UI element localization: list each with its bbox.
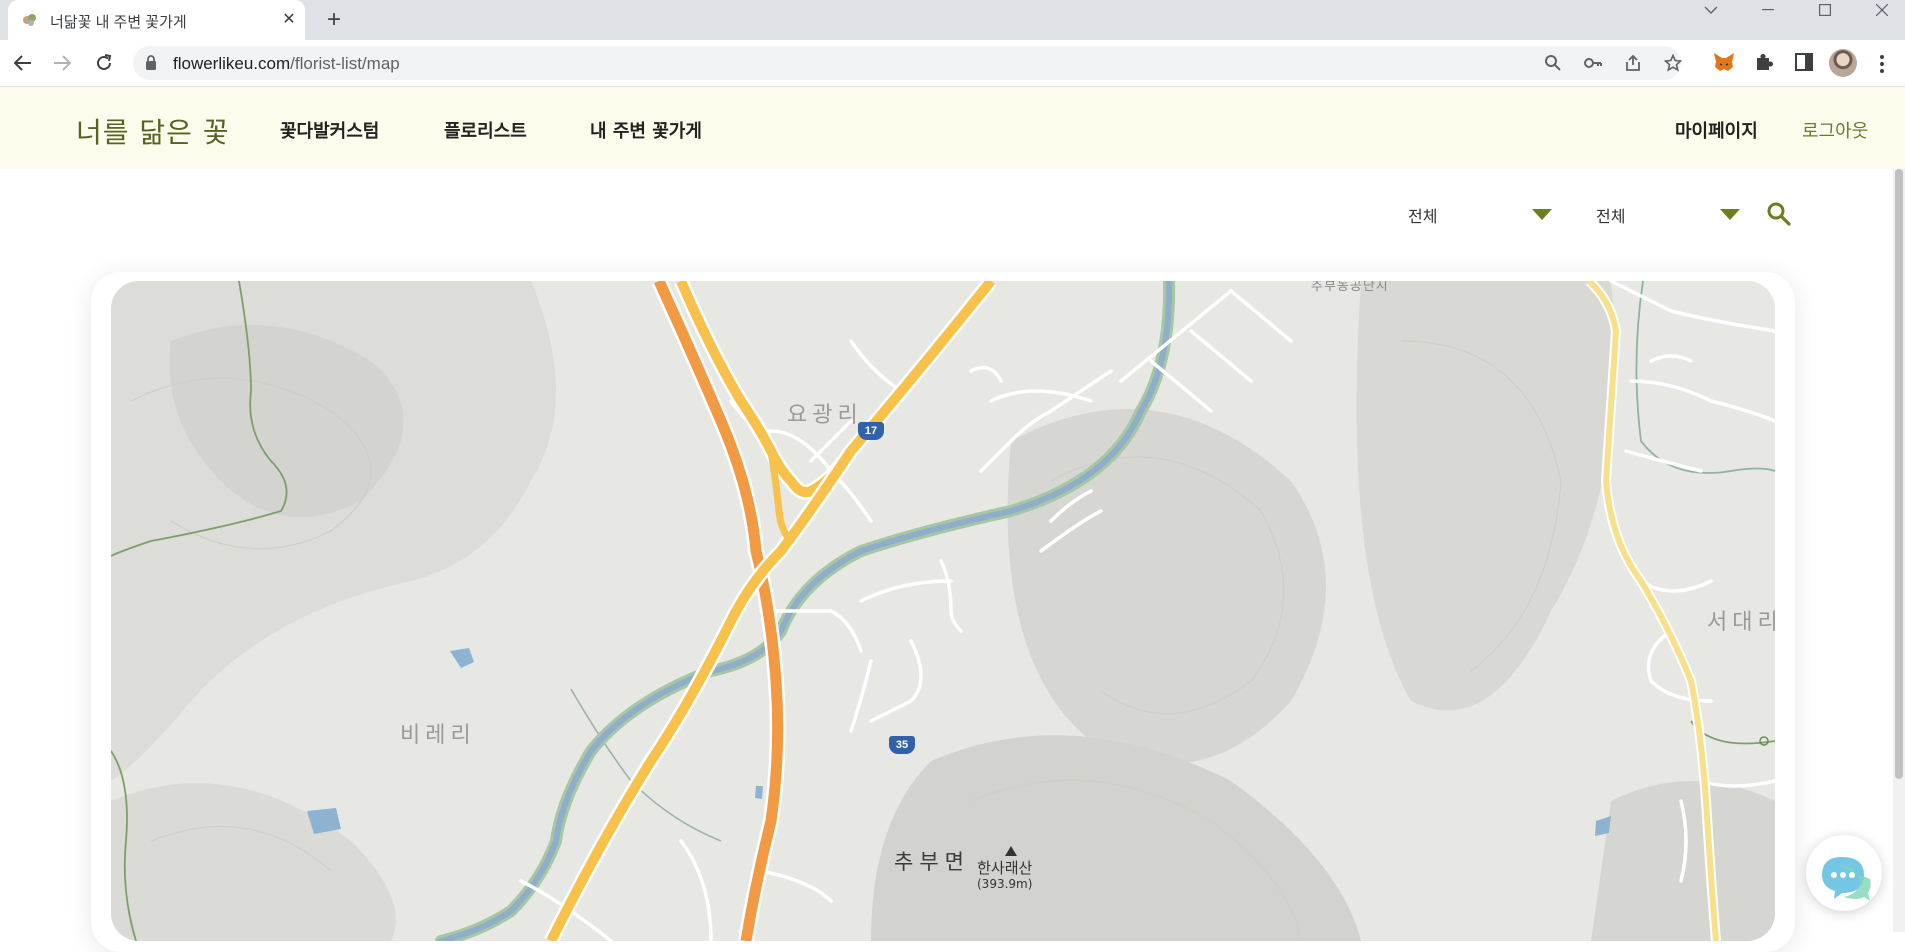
key-icon[interactable] (1584, 54, 1602, 72)
share-icon[interactable] (1624, 54, 1642, 72)
minimize-icon[interactable] (1748, 0, 1788, 20)
extensions-puzzle-icon[interactable] (1752, 50, 1776, 74)
browser-menu-icon[interactable] (1872, 52, 1892, 76)
chat-bubble-icon (1822, 857, 1871, 901)
browser-toolbar: flowerlikeu.com/florist-list/map (0, 40, 1905, 87)
region-select[interactable]: 전체 (1408, 200, 1554, 226)
back-icon[interactable] (10, 50, 36, 76)
profile-avatar[interactable] (1829, 49, 1857, 77)
map-label-birae: 비레리 (400, 723, 476, 748)
route-17-shield: 17 (858, 422, 884, 440)
browser-tab[interactable]: 너닮꽃 내 주변 꽃가게 ✕ (8, 0, 305, 40)
new-tab-icon[interactable]: + (322, 8, 346, 32)
tab-title: 너닮꽃 내 주변 꽃가게 (50, 14, 187, 31)
maximize-icon[interactable] (1805, 0, 1845, 20)
map-label-yogwang: 요광리 (787, 403, 863, 428)
scrollbar-thumb[interactable] (1895, 169, 1903, 779)
nav-bouquet-custom[interactable]: 꽃다발커스텀 (280, 117, 379, 143)
lock-icon[interactable] (145, 55, 157, 71)
nav-florist[interactable]: 플로리스트 (444, 117, 527, 143)
page-scrollbar[interactable] (1893, 169, 1905, 932)
caret-down-icon (1532, 209, 1552, 220)
district-select-value: 전체 (1596, 207, 1626, 226)
map-label-chubu: 추부면 (894, 850, 970, 874)
nav-nearby-shops[interactable]: 내 주변 꽃가게 (590, 117, 702, 143)
route-35-shield: 35 (889, 736, 915, 754)
browser-tabstrip: 너닮꽃 내 주변 꽃가게 ✕ + (0, 0, 1905, 40)
region-select-value: 전체 (1408, 207, 1438, 226)
flower-favicon-icon (23, 14, 36, 26)
map-label-seodae: 서대리 (1707, 610, 1775, 635)
mypage-link[interactable]: 마이페이지 (1675, 117, 1758, 143)
map-label-complex: 추부농공단지 (1311, 281, 1389, 294)
close-window-icon[interactable] (1862, 0, 1902, 20)
district-select[interactable]: 전체 (1596, 200, 1742, 226)
bookmark-star-icon[interactable] (1664, 54, 1682, 72)
forward-icon[interactable] (49, 50, 75, 76)
side-panel-icon[interactable] (1792, 50, 1816, 74)
peak-elevation: (393.9m) (977, 877, 1033, 891)
site-logo[interactable]: 너를 닮은 꽃 (76, 111, 230, 151)
caret-down-icon (1720, 209, 1740, 220)
search-icon[interactable] (1766, 201, 1792, 227)
peak-label: 한사래산 (393.9m) (977, 860, 1032, 892)
site-header: 너를 닮은 꽃 꽃다발커스텀 플로리스트 내 주변 꽃가게 마이페이지 로그아웃 (0, 87, 1905, 169)
address-bar[interactable]: flowerlikeu.com/florist-list/map (133, 46, 1682, 80)
map-view[interactable]: 요광리 비레리 추부면 서대리 추부농공단지 한사래산 (393.9m) 17 … (111, 281, 1775, 941)
logout-link[interactable]: 로그아웃 (1802, 117, 1868, 143)
url-text: flowerlikeu.com/florist-list/map (173, 54, 400, 73)
peak-name: 한사래산 (977, 859, 1033, 877)
reload-icon[interactable] (91, 50, 117, 76)
chat-button[interactable] (1806, 835, 1882, 911)
tab-search-icon[interactable] (1691, 0, 1731, 20)
map-canvas[interactable] (111, 281, 1775, 941)
tab-close-icon[interactable]: ✕ (278, 9, 300, 31)
metamask-fox-icon[interactable] (1712, 50, 1736, 74)
zoom-search-icon[interactable] (1544, 54, 1562, 72)
